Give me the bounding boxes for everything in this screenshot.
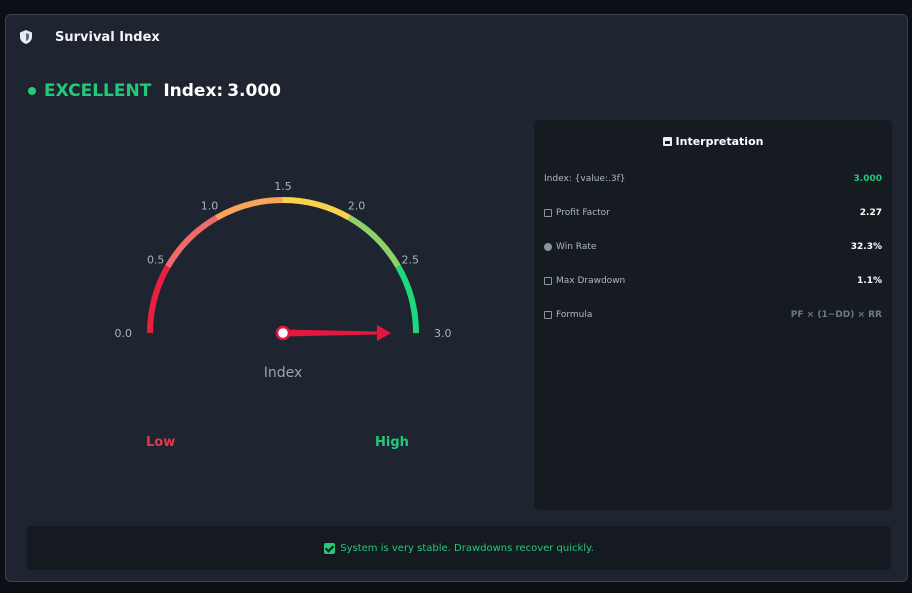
interp-row-value: PF × (1−DD) × RR (790, 310, 882, 320)
status-message-bar: System is very stable. Drawdowns recover… (27, 526, 891, 570)
interp-row-label: Formula (556, 310, 593, 320)
index-label: Index: (163, 81, 224, 101)
interp-row-max-drawdown: Max Drawdown 1.1% (544, 276, 882, 286)
panel-header: Survival Index (18, 29, 160, 45)
interp-row-label: Win Rate (556, 242, 597, 252)
interp-row-label: Index: {value:.3f} (544, 174, 626, 184)
gauge-tick-label: 1.0 (201, 200, 219, 213)
gauge-high-label: High (375, 435, 409, 450)
checkmark-icon (324, 542, 336, 554)
interp-row-label: Profit Factor (556, 208, 610, 218)
index-value: 3.000 (227, 81, 281, 101)
target-icon (544, 243, 552, 251)
gauge-tick-label: 0.0 (115, 327, 133, 340)
gauge-tick-label: 2.5 (402, 254, 420, 267)
interp-row-win-rate: Win Rate 32.3% (544, 242, 882, 252)
interpretation-card: Interpretation Index: {value:.3f} 3.000 … (534, 120, 892, 510)
gauge-low-label: Low (146, 435, 176, 450)
interp-row-index: Index: {value:.3f} 3.000 (544, 174, 882, 184)
interpretation-title: Interpretation (534, 135, 892, 148)
chart-icon (662, 137, 672, 146)
status-line: EXCELLENT Index: 3.000 (28, 81, 281, 101)
interp-row-formula: Formula PF × (1−DD) × RR (544, 310, 882, 320)
ruler-icon (544, 311, 552, 319)
chart-down-icon (544, 277, 552, 285)
gauge-tick-label: 0.5 (147, 254, 165, 267)
status-message: System is very stable. Drawdowns recover… (340, 542, 594, 554)
interp-row-value: 1.1% (857, 276, 882, 286)
gauge-tick-label: 1.5 (274, 180, 292, 193)
interp-row-label: Max Drawdown (556, 276, 626, 286)
gauge-segment (147, 265, 171, 334)
gauge-segment (215, 197, 284, 221)
survival-index-panel: Survival Index EXCELLENT Index: 3.000 0.… (5, 14, 908, 582)
interp-row-value: 2.27 (859, 208, 882, 218)
bar-chart-icon (544, 209, 552, 217)
gauge-hub (275, 325, 291, 341)
interp-row-value: 32.3% (850, 242, 882, 252)
gauge-segment (282, 197, 351, 221)
shield-icon (20, 30, 32, 44)
index-gauge: 0.0 0.5 1.0 1.5 2.0 2.5 3.0 Index (115, 180, 452, 381)
gauge-segment (347, 215, 401, 269)
gauge-tick-label: 2.0 (348, 200, 366, 213)
gauge-segment (395, 265, 419, 334)
gauge-needle (283, 325, 391, 341)
panel-title: Survival Index (55, 29, 160, 45)
status-dot-icon (28, 87, 36, 95)
status-label: EXCELLENT (44, 81, 152, 101)
interp-row-value: 3.000 (853, 174, 882, 184)
gauge-segment (165, 215, 219, 269)
gauge-tick-label: 3.0 (434, 327, 452, 340)
gauge-center-label: Index (264, 365, 303, 381)
interp-row-profit-factor: Profit Factor 2.27 (544, 208, 882, 218)
